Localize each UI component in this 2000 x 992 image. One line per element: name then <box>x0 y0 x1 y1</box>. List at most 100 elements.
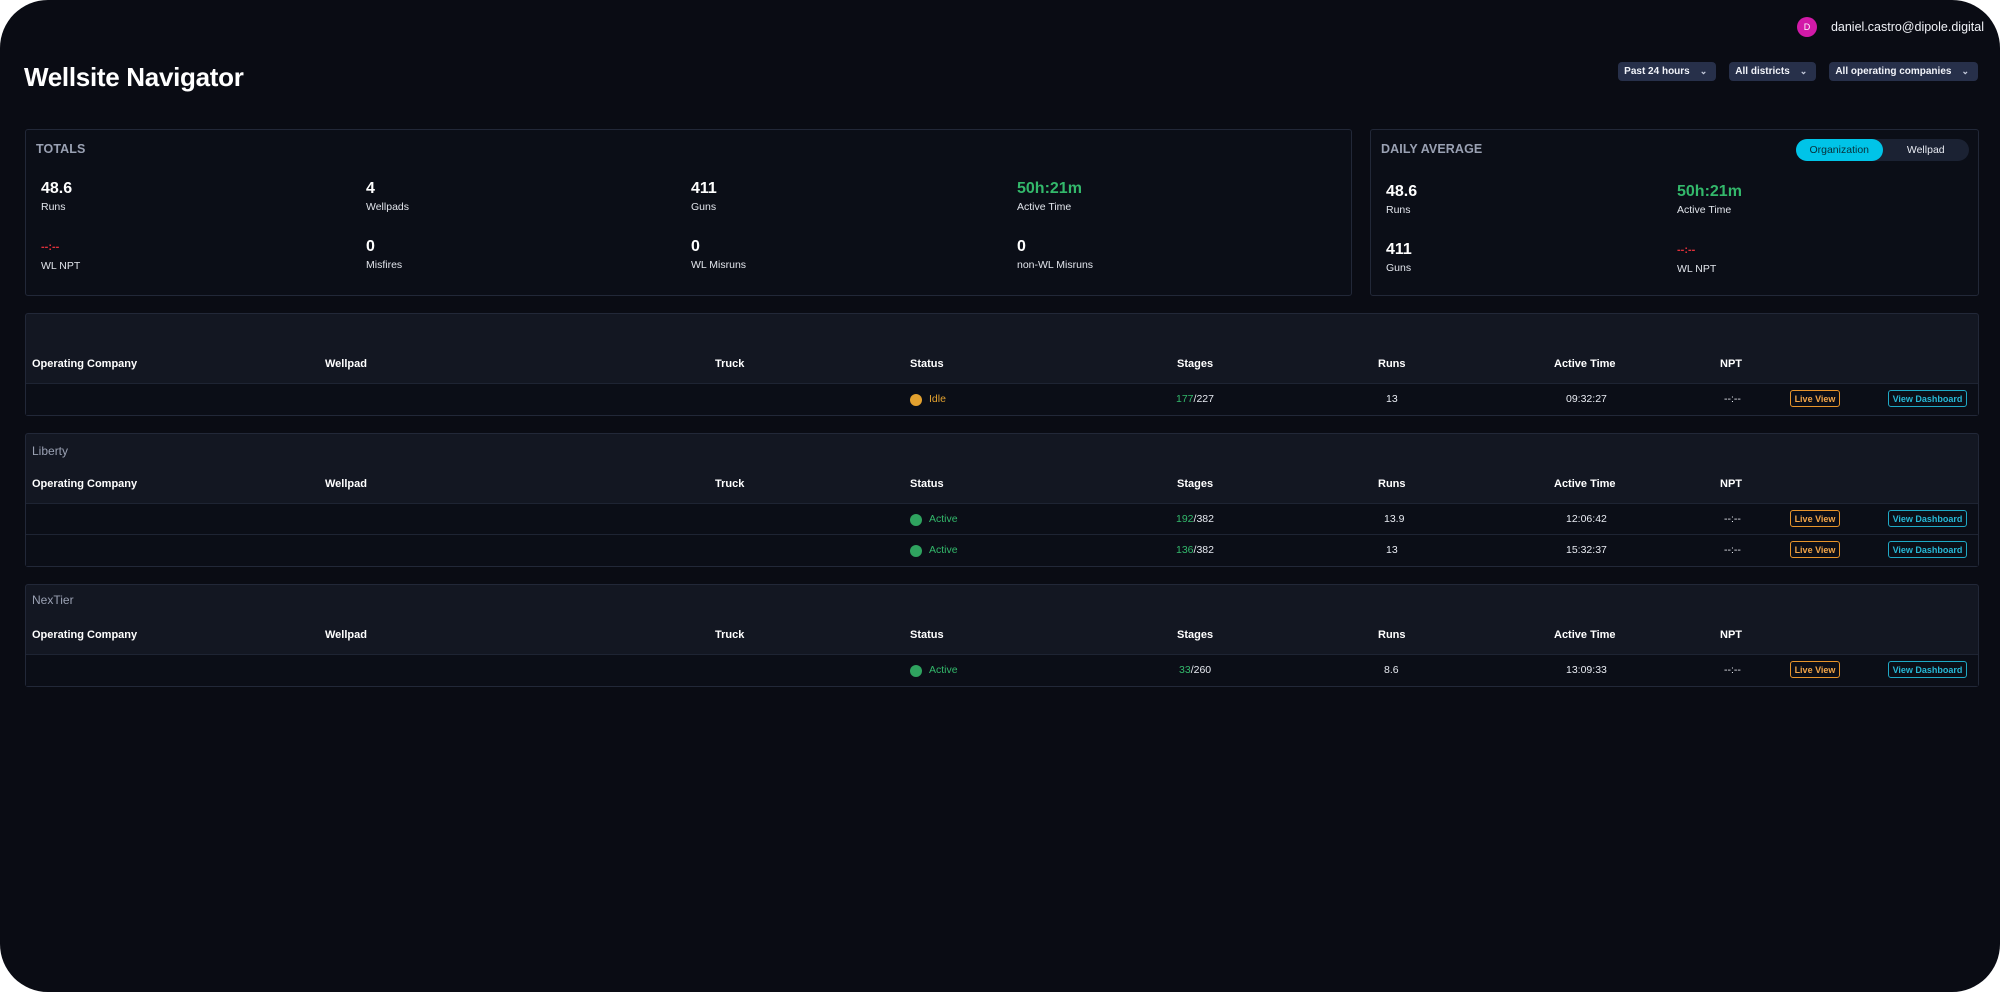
col-stages: Stages <box>1177 629 1214 641</box>
col-runs: Runs <box>1378 478 1406 490</box>
stages-done: 136 <box>1176 544 1194 556</box>
district-select[interactable]: All districts ⌄ <box>1729 62 1817 81</box>
stages-done: 177 <box>1176 393 1194 405</box>
status-cell: Active <box>910 535 958 566</box>
col-status: Status <box>910 478 944 490</box>
company-group-nextier: NexTier Operating Company Wellpad Truck … <box>25 584 1979 687</box>
col-active-time: Active Time <box>1554 358 1616 370</box>
totals-wl-npt: --:-- WL NPT <box>41 238 80 272</box>
npt-cell: --:-- <box>1724 513 1741 525</box>
col-operating-company: Operating Company <box>32 629 138 641</box>
avg-active-time: 50h:21m Active Time <box>1677 183 1742 216</box>
table-row[interactable]: Idle 177/227 13 09:32:27 --:-- Live View… <box>26 383 1978 415</box>
scope-toggle[interactable]: Organization Wellpad <box>1796 139 1969 161</box>
view-dashboard-button[interactable]: View Dashboard <box>1888 541 1967 558</box>
status-text: Active <box>929 513 958 525</box>
col-active-time: Active Time <box>1554 478 1616 490</box>
col-truck: Truck <box>715 478 745 490</box>
stages-total: /382 <box>1193 544 1214 556</box>
avatar[interactable]: D <box>1796 17 1817 37</box>
live-view-button[interactable]: Live View <box>1790 390 1840 407</box>
stages-done: 192 <box>1176 513 1194 525</box>
runs-cell: 13 <box>1386 544 1398 556</box>
stat-value: 48.6 <box>41 180 73 197</box>
table-row[interactable]: Active 33/260 8.6 13:09:33 --:-- Live Vi… <box>26 654 1978 686</box>
live-view-button[interactable]: Live View <box>1790 510 1840 527</box>
user-menu[interactable]: D daniel.castro@dipole.digital <box>1796 17 1984 37</box>
status-text: Active <box>929 544 958 556</box>
stat-value: 50h:21m <box>1017 180 1082 197</box>
col-status: Status <box>910 629 944 641</box>
col-wellpad: Wellpad <box>325 478 367 490</box>
active-time-cell: 12:06:42 <box>1566 513 1607 525</box>
group-name: NexTier <box>32 593 74 607</box>
totals-runs: 48.6 Runs <box>41 180 72 213</box>
app-window: D daniel.castro@dipole.digital Wellsite … <box>0 0 2000 992</box>
stat-value: --:-- <box>41 241 60 253</box>
status-active-dot <box>910 664 922 677</box>
view-dashboard-button[interactable]: View Dashboard <box>1888 390 1967 407</box>
table-header: Operating Company Wellpad Truck Status S… <box>26 353 1978 375</box>
stat-label: non-WL Misruns <box>1017 259 1094 271</box>
status-cell: Active <box>910 655 958 686</box>
stat-value: 0 <box>1017 238 1026 255</box>
time-range-select[interactable]: Past 24 hours ⌄ <box>1618 62 1717 81</box>
col-npt: NPT <box>1720 358 1742 370</box>
runs-cell: 8.6 <box>1384 664 1399 676</box>
daily-average-card: DAILY AVERAGE Organization Wellpad 48.6 … <box>1370 129 1979 296</box>
user-email[interactable]: daniel.castro@dipole.digital <box>1831 20 1984 34</box>
status-idle-dot <box>910 393 922 406</box>
stat-label: Guns <box>1386 262 1412 274</box>
page-title: Wellsite Navigator <box>24 62 244 92</box>
status-cell: Active <box>910 504 958 535</box>
stages-cell: 136/382 <box>1176 535 1214 566</box>
toggle-wellpad[interactable]: Wellpad <box>1883 139 1970 161</box>
time-range-label: Past 24 hours <box>1624 66 1690 77</box>
col-truck: Truck <box>715 358 745 370</box>
company-group: Operating Company Wellpad Truck Status S… <box>25 313 1979 416</box>
table-header: Operating Company Wellpad Truck Status S… <box>26 473 1978 495</box>
daily-average-title: DAILY AVERAGE <box>1381 142 1483 156</box>
col-stages: Stages <box>1177 358 1214 370</box>
view-dashboard-button[interactable]: View Dashboard <box>1888 510 1967 527</box>
col-runs: Runs <box>1378 358 1406 370</box>
stat-label: Guns <box>691 201 717 213</box>
stat-label: Active Time <box>1017 201 1072 213</box>
npt-cell: --:-- <box>1724 664 1741 676</box>
active-time-cell: 09:32:27 <box>1566 393 1607 405</box>
stat-value: 411 <box>1386 241 1412 258</box>
stat-value: 50h:21m <box>1677 183 1742 200</box>
col-truck: Truck <box>715 629 745 641</box>
stat-label: WL Misruns <box>691 259 747 271</box>
table-header: Operating Company Wellpad Truck Status S… <box>26 624 1978 646</box>
avg-wl-npt: --:-- WL NPT <box>1677 241 1716 275</box>
table-row[interactable]: Active 192/382 13.9 12:06:42 --:-- Live … <box>26 503 1978 535</box>
status-text: Idle <box>929 393 946 405</box>
chevron-down-icon: ⌄ <box>1799 66 1808 76</box>
operating-company-label: All operating companies <box>1835 66 1952 77</box>
toggle-organization[interactable]: Organization <box>1796 139 1883 161</box>
col-operating-company: Operating Company <box>32 478 138 490</box>
view-dashboard-button[interactable]: View Dashboard <box>1888 661 1967 678</box>
live-view-button[interactable]: Live View <box>1790 661 1840 678</box>
totals-title: TOTALS <box>36 142 86 156</box>
col-npt: NPT <box>1720 478 1742 490</box>
stat-label: WL NPT <box>41 260 81 272</box>
stages-cell: 33/260 <box>1179 655 1211 686</box>
stat-value: 48.6 <box>1386 183 1418 200</box>
stat-value: 411 <box>691 180 717 197</box>
company-group-liberty: Liberty Operating Company Wellpad Truck … <box>25 433 1979 567</box>
table-row[interactable]: Active 136/382 13 15:32:37 --:-- Live Vi… <box>26 534 1978 566</box>
live-view-button[interactable]: Live View <box>1790 541 1840 558</box>
district-label: All districts <box>1735 66 1790 77</box>
totals-wl-misruns: 0 WL Misruns <box>691 238 746 271</box>
col-status: Status <box>910 358 944 370</box>
operating-company-select[interactable]: All operating companies ⌄ <box>1829 62 1978 81</box>
status-active-dot <box>910 544 922 557</box>
col-npt: NPT <box>1720 629 1742 641</box>
active-time-cell: 15:32:37 <box>1566 544 1607 556</box>
stages-total: /260 <box>1190 664 1212 676</box>
stat-label: WL NPT <box>1677 263 1717 275</box>
stat-value: --:-- <box>1677 244 1696 256</box>
chevron-down-icon: ⌄ <box>1699 66 1708 76</box>
